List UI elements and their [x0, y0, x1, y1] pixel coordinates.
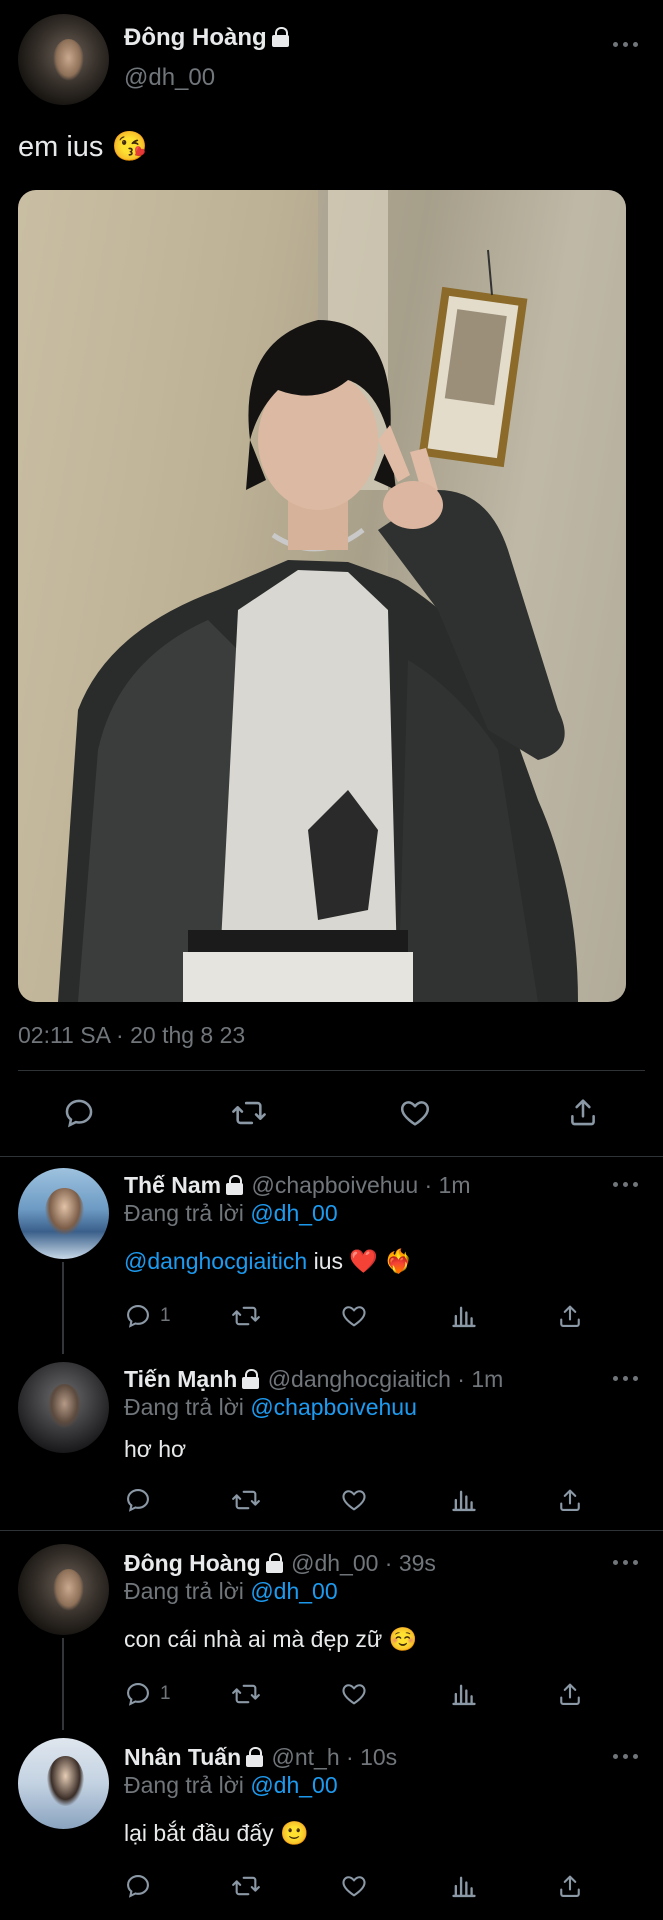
replying-to-link[interactable]: @dh_00: [250, 1200, 337, 1226]
replying-to-link[interactable]: @chapboivehuu: [250, 1394, 417, 1420]
share-icon[interactable]: [556, 1486, 584, 1514]
reply-body: ius ❤️ ❤️‍🔥: [307, 1248, 414, 1274]
avatar[interactable]: [18, 1738, 109, 1829]
reply-header: Tiến Mạnh @danghocgiaitich · 1m: [124, 1366, 503, 1393]
avatar[interactable]: [18, 14, 109, 105]
reply-text: lại bắt đầu đấy 🙂: [124, 1820, 309, 1846]
reply-icon[interactable]: [62, 1096, 96, 1130]
retweet-icon[interactable]: [230, 1302, 262, 1330]
replying-to-line: Đang trả lời @dh_00: [124, 1200, 338, 1227]
avatar[interactable]: [18, 1362, 109, 1453]
reply-text: @danghocgiaitich ius ❤️ ❤️‍🔥: [124, 1248, 413, 1275]
reply-header: Nhân Tuấn @nt_h · 10s: [124, 1744, 397, 1771]
replying-to-link[interactable]: @dh_00: [250, 1578, 337, 1604]
like-icon[interactable]: [340, 1302, 368, 1330]
lock-icon: [271, 27, 291, 47]
retweet-icon[interactable]: [230, 1486, 262, 1514]
reply-icon[interactable]: [124, 1302, 152, 1330]
views-icon[interactable]: [450, 1872, 478, 1900]
replying-to-line: Đang trả lời @dh_00: [124, 1578, 338, 1605]
replying-prefix: Đang trả lời: [124, 1772, 244, 1798]
views-icon[interactable]: [450, 1486, 478, 1514]
share-icon[interactable]: [566, 1095, 600, 1129]
divider: [0, 1156, 663, 1157]
replying-to-link[interactable]: @dh_00: [250, 1772, 337, 1798]
retweet-icon[interactable]: [230, 1680, 262, 1708]
more-icon[interactable]: [613, 1180, 639, 1188]
lock-icon: [241, 1369, 261, 1389]
reply-count: 1: [160, 1683, 171, 1704]
replying-to-line: Đang trả lời @chapboivehuu: [124, 1394, 417, 1421]
author-name: Đông Hoàng: [124, 24, 267, 51]
more-icon[interactable]: [613, 1558, 639, 1566]
share-icon[interactable]: [556, 1302, 584, 1330]
reply-icon[interactable]: [124, 1680, 152, 1708]
retweet-icon[interactable]: [230, 1872, 262, 1900]
avatar[interactable]: [18, 1544, 109, 1635]
like-icon[interactable]: [398, 1096, 432, 1130]
avatar[interactable]: [18, 1168, 109, 1259]
author-handle-time[interactable]: @nt_h · 10s: [272, 1744, 398, 1770]
thread-line: [62, 1638, 64, 1730]
like-icon[interactable]: [340, 1486, 368, 1514]
author-handle-time[interactable]: @chapboivehuu · 1m: [252, 1172, 471, 1198]
more-icon[interactable]: [613, 40, 639, 48]
reply-text: con cái nhà ai mà đẹp zữ ☺️: [124, 1626, 418, 1652]
more-icon[interactable]: [613, 1752, 639, 1760]
like-icon[interactable]: [340, 1680, 368, 1708]
photo-illustration: [58, 190, 626, 1002]
lock-icon: [245, 1747, 265, 1767]
share-icon[interactable]: [556, 1872, 584, 1900]
reply-icon[interactable]: [124, 1486, 152, 1514]
replying-to-line: Đang trả lời @dh_00: [124, 1772, 338, 1799]
tweet-text: em ius 😘: [18, 131, 148, 163]
divider: [0, 1530, 663, 1531]
share-icon[interactable]: [556, 1680, 584, 1708]
author-name[interactable]: Tiến Mạnh: [124, 1366, 237, 1392]
like-icon[interactable]: [340, 1872, 368, 1900]
tweet-timestamp: 02:11 SA · 20 thg 8 23: [18, 1022, 246, 1048]
reply-icon[interactable]: [124, 1872, 152, 1900]
replying-prefix: Đang trả lời: [124, 1578, 244, 1604]
author-handle-time[interactable]: @dh_00 · 39s: [291, 1550, 436, 1576]
author-name[interactable]: Đông Hoàng: [124, 1550, 261, 1576]
author-handle[interactable]: @dh_00: [124, 64, 215, 92]
mention-link[interactable]: @danghocgiaitich: [124, 1248, 307, 1274]
thread-line: [62, 1262, 64, 1354]
views-icon[interactable]: [450, 1680, 478, 1708]
reply-count: 1: [160, 1305, 171, 1326]
author-name[interactable]: Thế Nam: [124, 1172, 221, 1198]
author-name-row[interactable]: Đông Hoàng: [124, 24, 291, 52]
reply-header: Đông Hoàng @dh_00 · 39s: [124, 1550, 436, 1577]
lock-icon: [265, 1553, 285, 1573]
divider: [18, 1070, 645, 1071]
reply-header: Thế Nam @chapboivehuu · 1m: [124, 1172, 471, 1199]
author-name[interactable]: Nhân Tuấn: [124, 1744, 241, 1770]
retweet-icon[interactable]: [230, 1096, 268, 1130]
replying-prefix: Đang trả lời: [124, 1200, 244, 1226]
views-icon[interactable]: [450, 1302, 478, 1330]
replying-prefix: Đang trả lời: [124, 1394, 244, 1420]
tweet-detail-page: Đông Hoàng @dh_00 em ius 😘 02:11 SA · 20…: [0, 0, 663, 1920]
reply-text: hơ hơ: [124, 1436, 187, 1462]
lock-icon: [225, 1175, 245, 1195]
tweet-photo[interactable]: [18, 190, 626, 1002]
author-handle-time[interactable]: @danghocgiaitich · 1m: [268, 1366, 504, 1392]
more-icon[interactable]: [613, 1374, 639, 1382]
